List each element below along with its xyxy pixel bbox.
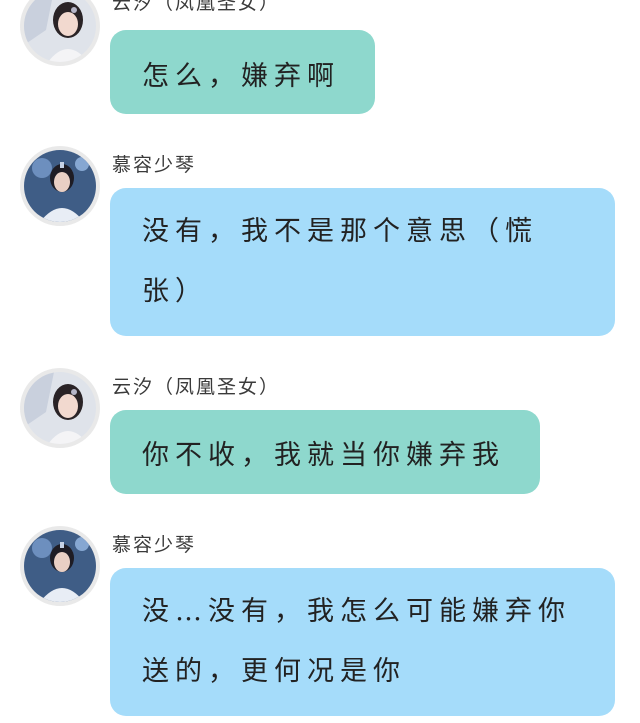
message-bubble[interactable]: 没…没有，我怎么可能嫌弃你 送的，更何况是你 [110, 568, 615, 716]
message-text: 你不收，我就当你嫌弃我 [142, 440, 505, 471]
female-avatar-icon [24, 0, 96, 62]
message-text: 怎么，嫌弃啊 [142, 61, 340, 92]
male-avatar-icon [24, 150, 96, 222]
female-avatar-icon [24, 372, 96, 444]
avatar[interactable] [20, 146, 100, 226]
message-text: 送的，更何况是你 [142, 656, 406, 687]
sender-name: 慕容少琴 [112, 154, 197, 176]
avatar[interactable] [20, 526, 100, 606]
sender-name: 云汐（凤凰圣女） [112, 0, 281, 14]
message-bubble[interactable]: 怎么，嫌弃啊 [110, 30, 375, 114]
message-text: 张） [142, 276, 208, 307]
message-bubble[interactable]: 没有，我不是那个意思（慌 张） [110, 188, 615, 336]
male-avatar-icon [24, 530, 96, 602]
avatar[interactable] [20, 0, 100, 66]
message-text: 没…没有，我怎么可能嫌弃你 [142, 596, 571, 627]
sender-name: 慕容少琴 [112, 534, 197, 556]
message-bubble[interactable]: 你不收，我就当你嫌弃我 [110, 410, 540, 494]
avatar[interactable] [20, 368, 100, 448]
sender-name: 云汐（凤凰圣女） [112, 376, 281, 398]
message-text: 没有，我不是那个意思（慌 [142, 216, 538, 247]
